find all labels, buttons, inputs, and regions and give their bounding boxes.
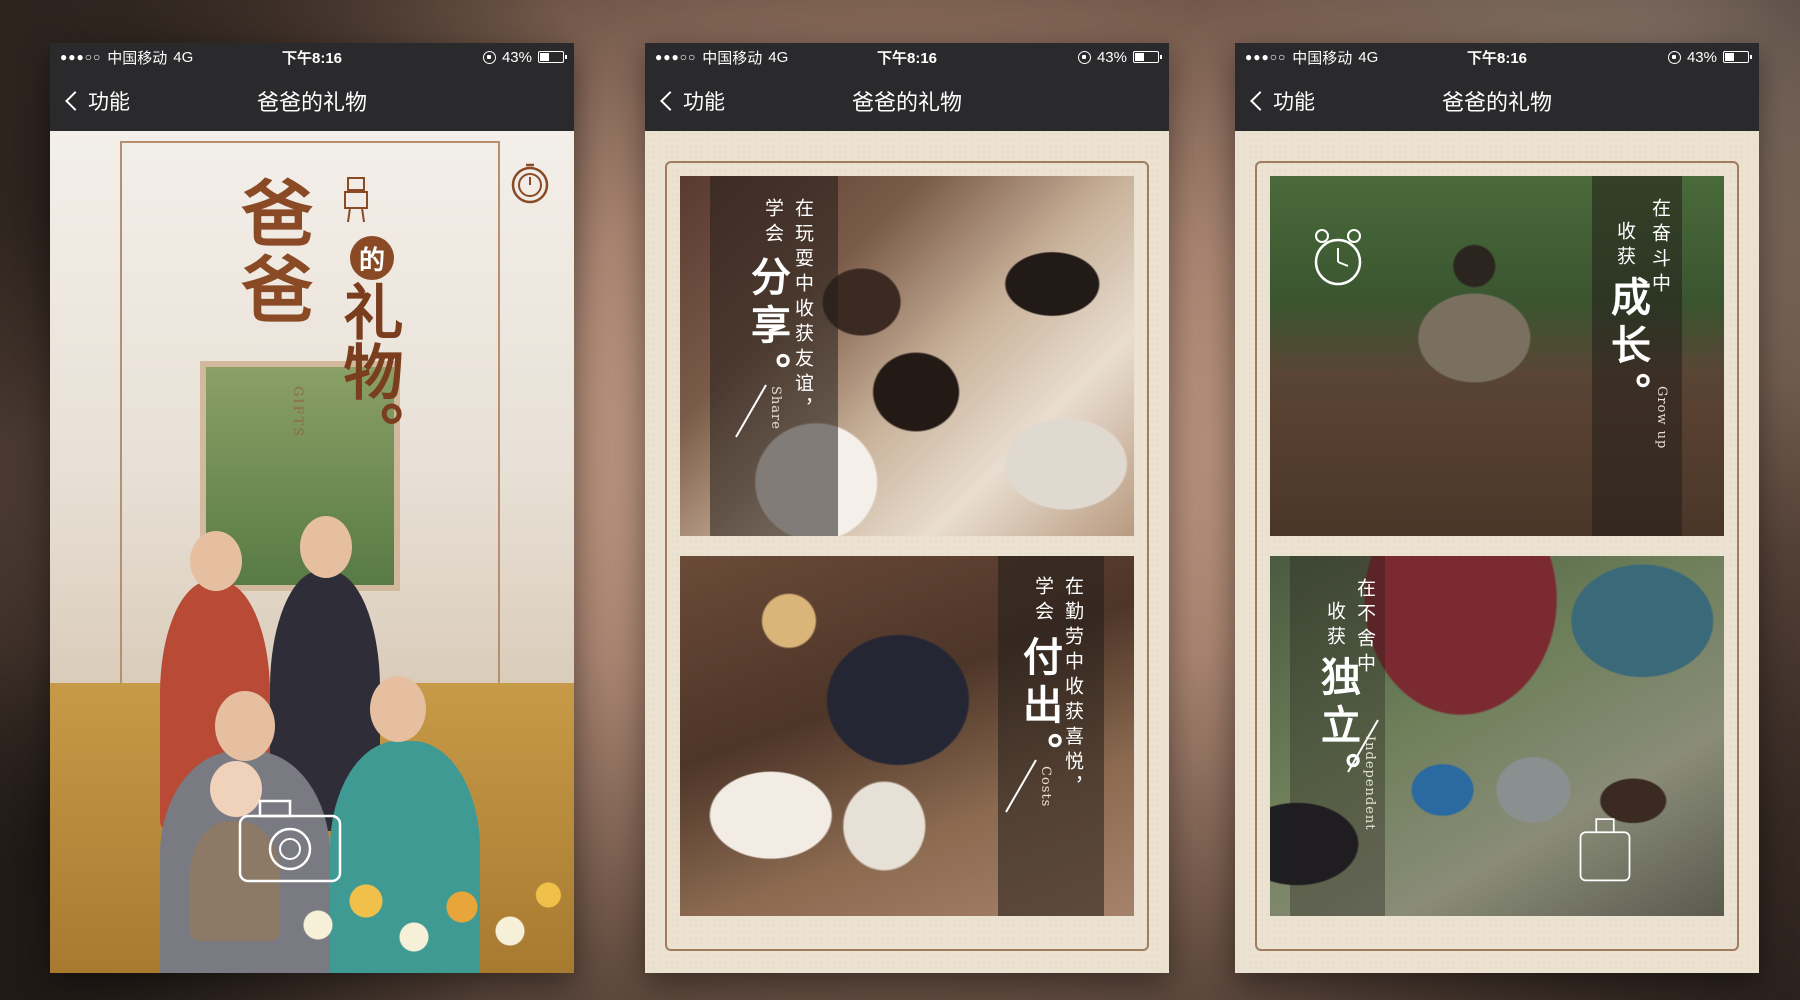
costs-title: 付出。 bbox=[1016, 636, 1063, 780]
signal-icon: ●●●○○ bbox=[1245, 50, 1287, 64]
chevron-left-icon bbox=[660, 91, 680, 111]
back-button[interactable]: 功能 bbox=[645, 86, 725, 116]
navigation-bar: 功能 爸爸的礼物 bbox=[1235, 71, 1759, 131]
independent-line2: 收获 bbox=[1324, 601, 1346, 651]
network-type: 4G bbox=[173, 48, 194, 66]
costs-line2: 学会 bbox=[1032, 576, 1054, 626]
independent-title: 独立。 bbox=[1314, 656, 1361, 800]
cards-content: 在玩耍中收获友谊， 学会 分享。 Share 在勤劳中收获喜悦， 学会 付出。 … bbox=[645, 131, 1169, 973]
back-label: 功能 bbox=[683, 91, 725, 114]
rotation-lock-icon bbox=[1667, 50, 1681, 64]
costs-caption: 在勤劳中收获喜悦， 学会 付出。 Costs bbox=[998, 556, 1104, 916]
carrier-info: ●●●○○ 中国移动 4G bbox=[1245, 47, 1378, 68]
battery-percent: 43% bbox=[501, 48, 532, 66]
phone-screen-share-costs: ●●●○○ 中国移动 4G 下午8:16 43% 功能 爸爸的礼物 在玩耍中收获… bbox=[645, 43, 1169, 973]
back-label: 功能 bbox=[1273, 91, 1315, 114]
status-time: 下午8:16 bbox=[876, 49, 938, 67]
status-bar: ●●●○○ 中国移动 4G 下午8:16 43% bbox=[645, 43, 1169, 71]
carrier-info: ●●●○○ 中国移动 4G bbox=[655, 47, 788, 68]
battery-percent: 43% bbox=[1096, 48, 1127, 66]
grow-card[interactable]: 在奋斗中 收获 成长。 Grow up bbox=[1270, 176, 1724, 536]
suitcase-sketch-icon bbox=[1579, 818, 1631, 882]
phone-screen-grow-independent: ●●●○○ 中国移动 4G 下午8:16 43% 功能 爸爸的礼物 在奋斗中 收… bbox=[1235, 43, 1759, 973]
chevron-left-icon bbox=[65, 91, 85, 111]
battery-icon bbox=[538, 51, 567, 63]
back-label: 功能 bbox=[88, 91, 130, 114]
rotation-lock-icon bbox=[1077, 50, 1091, 64]
network-type: 4G bbox=[1358, 48, 1379, 66]
share-line2: 学会 bbox=[762, 198, 784, 248]
page-title: 爸爸的礼物 bbox=[1441, 90, 1553, 115]
costs-card[interactable]: 在勤劳中收获喜悦， 学会 付出。 Costs bbox=[680, 556, 1134, 916]
carrier-info: ●●●○○ 中国移动 4G bbox=[60, 47, 193, 68]
timer-icon[interactable] bbox=[508, 161, 552, 205]
back-button[interactable]: 功能 bbox=[1235, 86, 1315, 116]
share-title: 分享。 bbox=[744, 256, 791, 400]
grow-line2: 收获 bbox=[1614, 221, 1636, 271]
chevron-left-icon bbox=[1250, 91, 1270, 111]
share-card[interactable]: 在玩耍中收获友谊， 学会 分享。 Share bbox=[680, 176, 1134, 536]
navigation-bar: 功能 爸爸的礼物 bbox=[645, 71, 1169, 131]
share-caption: 在玩耍中收获友谊， 学会 分享。 Share bbox=[710, 176, 838, 536]
status-bar: ●●●○○ 中国移动 4G 下午8:16 43% bbox=[50, 43, 574, 71]
poster-title-de: 的 bbox=[350, 236, 394, 280]
grow-en: Grow up bbox=[1654, 386, 1669, 450]
flower-bouquet bbox=[254, 853, 574, 973]
phone-screen-poster: ●●●○○ 中国移动 4G 下午8:16 43% 功能 爸爸的礼物 爸爸 的 礼… bbox=[50, 43, 574, 973]
robot-icon bbox=[344, 177, 368, 223]
battery-icon bbox=[1133, 51, 1162, 63]
rotation-lock-icon bbox=[482, 50, 496, 64]
battery-icon bbox=[1723, 51, 1752, 63]
status-time: 下午8:16 bbox=[1466, 49, 1528, 67]
independent-en: Independent bbox=[1362, 736, 1377, 831]
network-type: 4G bbox=[768, 48, 789, 66]
grow-caption: 在奋斗中 收获 成长。 Grow up bbox=[1592, 176, 1682, 536]
back-button[interactable]: 功能 bbox=[50, 86, 130, 116]
cards-content: 在奋斗中 收获 成长。 Grow up 在不舍中 收获 独立。 Independ… bbox=[1235, 131, 1759, 973]
costs-en: Costs bbox=[1038, 766, 1053, 808]
status-bar: ●●●○○ 中国移动 4G 下午8:16 43% bbox=[1235, 43, 1759, 71]
carrier-name: 中国移动 bbox=[702, 49, 763, 67]
page-title: 爸爸的礼物 bbox=[851, 90, 963, 115]
carrier-name: 中国移动 bbox=[107, 49, 168, 67]
poster-title-gift: 礼物。 bbox=[333, 281, 403, 461]
movie-poster: 爸爸 的 礼物。 GIFTS bbox=[50, 131, 574, 973]
poster-content: 爸爸 的 礼物。 GIFTS bbox=[50, 131, 574, 973]
poster-title-baba: 爸爸 bbox=[229, 176, 314, 328]
share-en: Share bbox=[768, 386, 783, 430]
grow-title: 成长。 bbox=[1604, 276, 1651, 420]
battery-percent: 43% bbox=[1686, 48, 1717, 66]
page-title: 爸爸的礼物 bbox=[256, 90, 368, 115]
carrier-name: 中国移动 bbox=[1292, 49, 1353, 67]
navigation-bar: 功能 爸爸的礼物 bbox=[50, 71, 574, 131]
independent-caption: 在不舍中 收获 独立。 Independent bbox=[1290, 556, 1385, 916]
poster-subtitle-en: GIFTS bbox=[290, 386, 305, 439]
independent-card[interactable]: 在不舍中 收获 独立。 Independent bbox=[1270, 556, 1724, 916]
signal-icon: ●●●○○ bbox=[60, 50, 102, 64]
signal-icon: ●●●○○ bbox=[655, 50, 697, 64]
status-time: 下午8:16 bbox=[281, 49, 343, 67]
alarm-clock-icon bbox=[1314, 229, 1362, 286]
